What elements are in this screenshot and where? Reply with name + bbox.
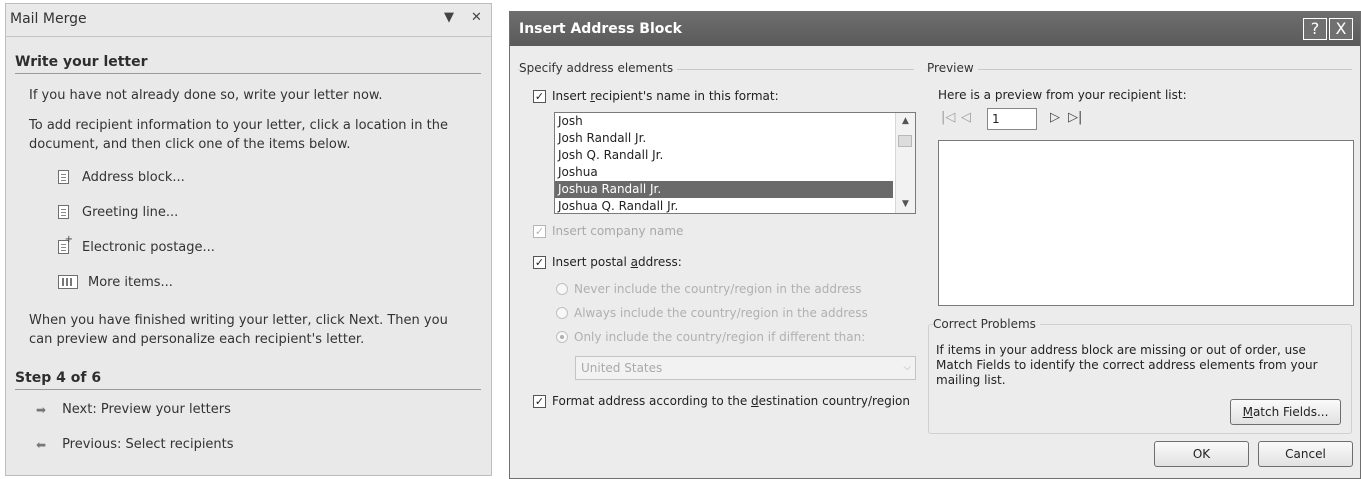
preview-group-label: Preview xyxy=(927,61,978,75)
next-record-icon[interactable]: ▷ xyxy=(1050,110,1060,125)
list-item[interactable]: Josh Randall Jr. xyxy=(555,130,893,147)
insert-company-label: Insert company name xyxy=(552,224,684,238)
radio-always-include[interactable]: Always include the country/region in the… xyxy=(556,306,868,320)
electronic-postage-link[interactable]: + Electronic postage... xyxy=(58,234,215,258)
help-button[interactable]: ? xyxy=(1303,18,1327,40)
cancel-button[interactable]: Cancel xyxy=(1258,441,1353,467)
address-preview-box xyxy=(938,140,1354,306)
radio-selected-icon xyxy=(556,331,568,343)
address-block-link[interactable]: Address block... xyxy=(58,166,185,188)
insert-name-checkbox[interactable]: ✓ Insert recipient's name in this format… xyxy=(533,89,779,103)
list-item[interactable]: Joshua xyxy=(555,164,893,181)
list-item-selected[interactable]: Joshua Randall Jr. xyxy=(555,181,893,198)
checkbox-checked-icon: ✓ xyxy=(533,255,546,269)
chevron-down-icon: ⌵ xyxy=(903,362,911,373)
format-address-text: Format address according to the destinat… xyxy=(552,394,910,408)
close-icon[interactable]: ✕ xyxy=(471,10,482,25)
more-items-link[interactable]: More items... xyxy=(58,271,173,293)
list-item[interactable]: Joshua Q. Randall Jr. xyxy=(555,198,893,213)
correct-problems-text: If items in your address block are missi… xyxy=(936,343,1318,387)
scroll-thumb[interactable] xyxy=(898,135,912,147)
dropdown-arrow-icon[interactable]: ▼ xyxy=(444,10,454,25)
right-arrow-icon: ➡ xyxy=(36,402,47,417)
previous-step-label: Previous: Select recipients xyxy=(62,437,234,452)
scroll-up-icon[interactable]: ▲ xyxy=(896,113,915,130)
radio-only-if-different[interactable]: Only include the country/region if diffe… xyxy=(556,330,865,344)
instruction-text-2: To add recipient information to your let… xyxy=(29,118,448,152)
left-arrow-icon: ⬅ xyxy=(36,437,47,452)
next-step-link[interactable]: ➡ Next: Preview your letters xyxy=(36,402,231,417)
close-button[interactable]: X xyxy=(1329,18,1353,40)
last-record-icon[interactable]: ▷| xyxy=(1068,110,1082,125)
instruction-text-3: When you have finished writing your lett… xyxy=(29,313,448,347)
radio-icon xyxy=(556,283,568,295)
radio-never-include[interactable]: Never include the country/region in the … xyxy=(556,282,862,296)
scroll-down-icon[interactable]: ▼ xyxy=(896,196,915,213)
next-step-label: Next: Preview your letters xyxy=(62,402,231,417)
specify-elements-label: Specify address elements xyxy=(519,61,678,75)
instruction-text-1: If you have not already done so, write y… xyxy=(29,88,383,103)
country-dropdown[interactable]: United States ⌵ xyxy=(575,356,916,380)
address-block-label: Address block... xyxy=(82,169,185,185)
radio-always-label: Always include the country/region in the… xyxy=(574,306,868,320)
name-format-listbox[interactable]: Josh Josh Randall Jr. Josh Q. Randall Jr… xyxy=(554,112,916,214)
ok-button[interactable]: OK xyxy=(1154,441,1249,467)
match-fields-button[interactable]: Match Fields... xyxy=(1230,399,1341,425)
mail-merge-task-pane: Mail Merge ▼ ✕ Write your letter If you … xyxy=(5,3,492,476)
list-item[interactable]: Josh Q. Randall Jr. xyxy=(555,147,893,164)
radio-only-label: Only include the country/region if diffe… xyxy=(574,330,866,344)
document-icon xyxy=(58,205,69,219)
checkbox-checked-icon: ✓ xyxy=(533,394,546,408)
postage-icon: + xyxy=(58,234,73,254)
previous-step-link[interactable]: ⬅ Previous: Select recipients xyxy=(36,437,234,452)
insert-postal-checkbox[interactable]: ✓ Insert postal address: xyxy=(533,255,682,269)
task-pane-title: Mail Merge xyxy=(10,11,87,27)
insert-postal-text: Insert postal address: xyxy=(552,255,682,269)
correct-problems-label: Correct Problems xyxy=(933,317,1040,331)
checkbox-checked-icon: ✓ xyxy=(533,89,546,103)
dialog-title: Insert Address Block xyxy=(519,21,682,37)
radio-icon xyxy=(556,307,568,319)
insert-company-checkbox[interactable]: ✓ Insert company name xyxy=(533,224,683,238)
electronic-postage-label: Electronic postage... xyxy=(82,239,215,255)
radio-never-label: Never include the country/region in the … xyxy=(574,282,862,296)
record-number-input[interactable]: 1 xyxy=(987,108,1037,130)
group-divider xyxy=(926,69,1352,70)
task-pane-header: Mail Merge ▼ ✕ xyxy=(6,4,491,37)
listbox-scrollbar[interactable]: ▲ ▼ xyxy=(895,113,915,213)
first-record-icon[interactable]: |◁ xyxy=(941,110,955,125)
document-icon xyxy=(58,170,69,184)
country-value: United States xyxy=(581,361,663,375)
step-heading: Step 4 of 6 xyxy=(15,370,481,390)
insert-name-text: Insert recipient's name in this format: xyxy=(552,89,779,103)
list-item[interactable]: Josh xyxy=(555,113,893,130)
previous-record-icon[interactable]: ◁ xyxy=(961,110,971,125)
preview-subtitle: Here is a preview from your recipient li… xyxy=(938,88,1187,102)
section-heading-write-letter: Write your letter xyxy=(15,54,481,74)
greeting-line-label: Greeting line... xyxy=(82,204,179,220)
checkbox-checked-icon: ✓ xyxy=(533,224,546,238)
more-items-icon xyxy=(58,275,78,289)
more-items-label: More items... xyxy=(88,274,173,290)
greeting-line-link[interactable]: Greeting line... xyxy=(58,201,178,223)
dialog-titlebar: Insert Address Block ? X xyxy=(510,12,1360,46)
format-address-checkbox[interactable]: ✓ Format address according to the destin… xyxy=(533,394,910,408)
